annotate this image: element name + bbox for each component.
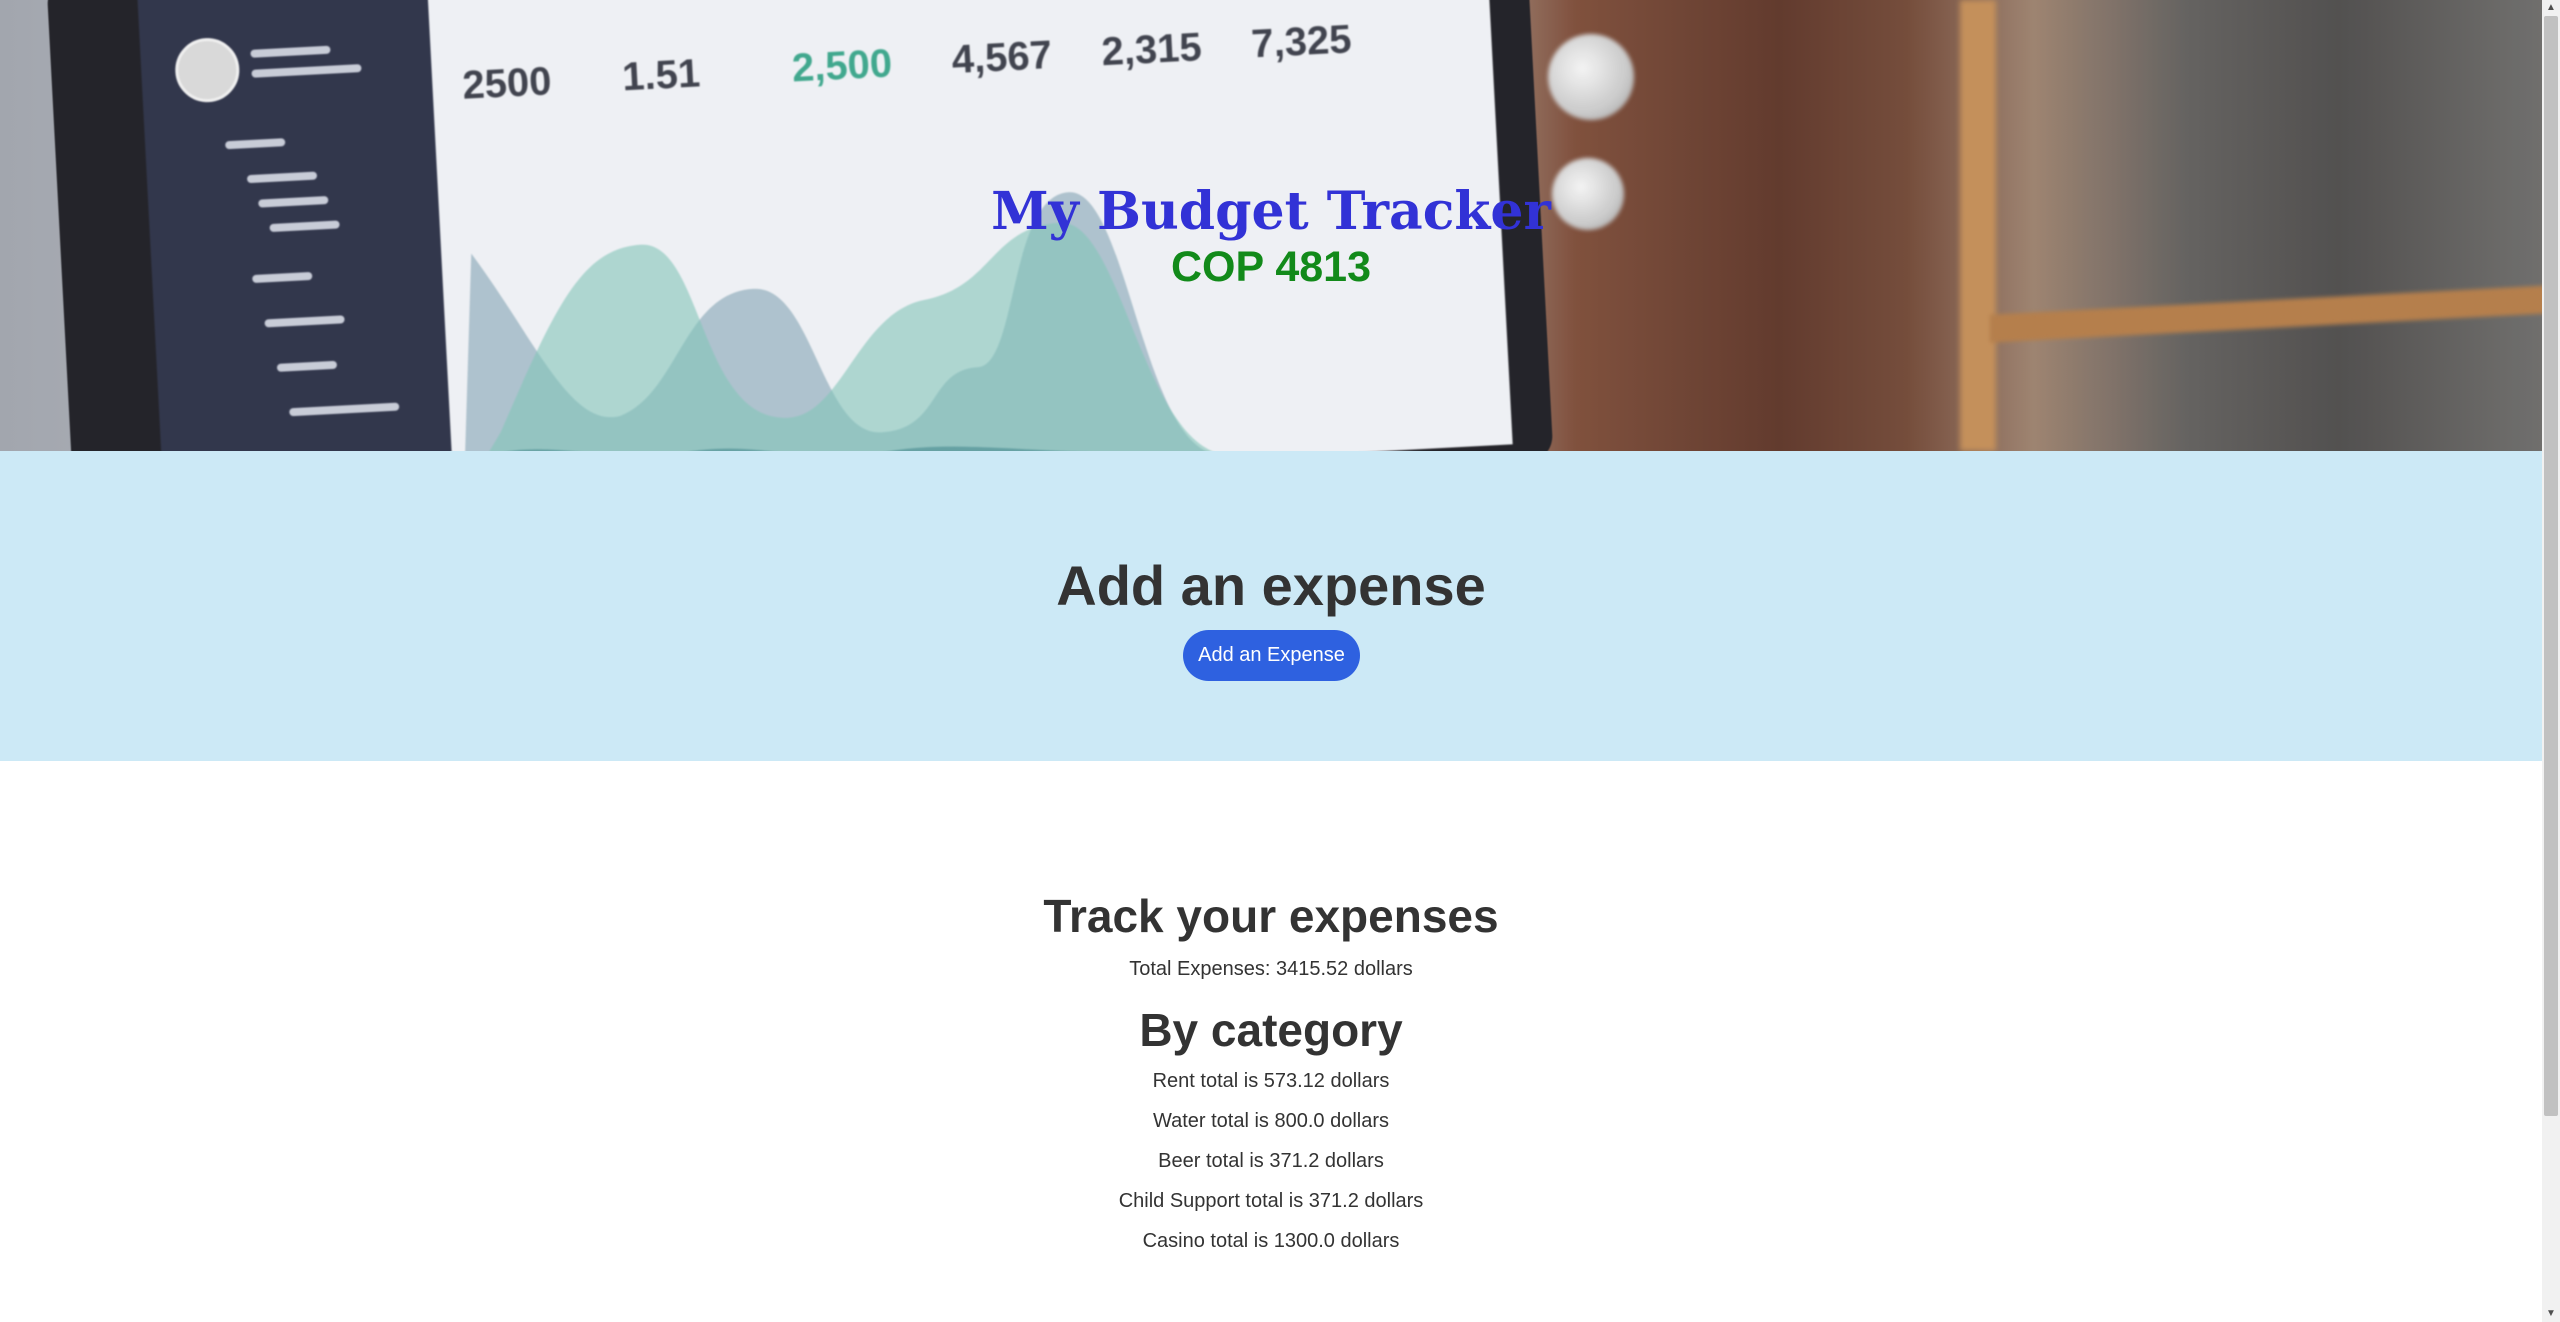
category-list: Rent total is 573.12 dollars Water total… [0,1068,2542,1268]
scroll-down-icon[interactable]: ▼ [2542,1306,2560,1322]
scroll-up-icon[interactable]: ▲ [2542,0,2560,16]
page-title: My Budget Tracker [991,181,1551,242]
category-item-child-support: Child Support total is 371.2 dollars [1118,1190,1424,1212]
vertical-scrollbar[interactable]: ▲ ▼ [2542,0,2560,1322]
scrollbar-thumb[interactable] [2544,16,2558,1116]
add-expense-button[interactable]: Add an Expense [1183,630,1360,681]
page-subtitle: COP 4813 [1170,243,1371,291]
total-expenses-text: Total Expenses: 3415.52 dollars [1129,958,1413,980]
add-expense-section: Add an expense Add an Expense [0,451,2542,761]
add-expense-heading: Add an expense [1056,554,1486,617]
by-category-heading: By category [1139,1004,1403,1056]
track-expenses-section: Track your expenses Total Expenses: 3415… [0,761,2542,1322]
category-item-rent: Rent total is 573.12 dollars [1152,1070,1390,1092]
category-item-water: Water total is 800.0 dollars [1152,1110,1390,1132]
category-item-casino: Casino total is 1300.0 dollars [1142,1230,1400,1252]
category-item-beer: Beer total is 371.2 dollars [1158,1150,1384,1172]
hero-banner: 2500 1.51 2,500 4,567 2,315 7,325 My Bud… [0,0,2542,451]
track-expenses-heading: Track your expenses [1043,890,1499,942]
page: 2500 1.51 2,500 4,567 2,315 7,325 My Bud… [0,0,2542,1322]
